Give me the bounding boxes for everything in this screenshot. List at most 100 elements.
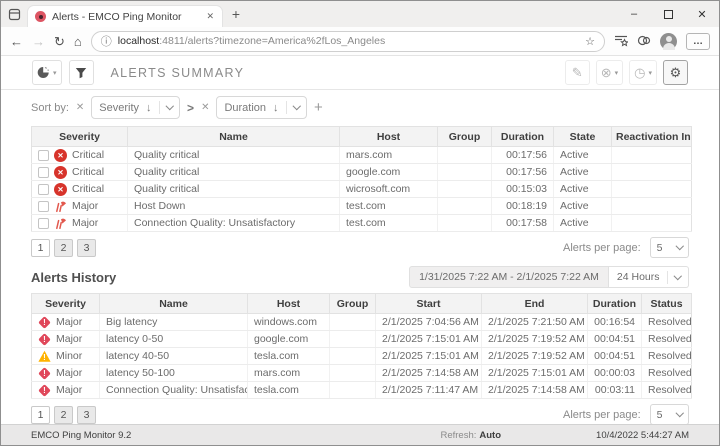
alert-row[interactable]: MajorHost Downtest.com00:18:19Active bbox=[32, 198, 692, 215]
group-cell bbox=[438, 181, 492, 198]
add-favorite-icon[interactable]: ☆ bbox=[585, 35, 595, 48]
column-header[interactable]: Severity bbox=[32, 127, 128, 147]
row-checkbox[interactable] bbox=[38, 167, 49, 178]
name-cell: Quality critical bbox=[128, 147, 340, 164]
column-header[interactable]: End bbox=[482, 294, 588, 314]
start-cell: 2/1/2025 7:11:47 AM bbox=[376, 382, 482, 399]
date-range-value[interactable]: 1/31/2025 7:22 AM - 2/1/2025 7:22 AM bbox=[409, 266, 609, 288]
column-header[interactable]: Duration bbox=[492, 127, 554, 147]
name-cell: Big latency bbox=[100, 314, 248, 331]
chevron-down-icon bbox=[675, 409, 683, 417]
row-checkbox[interactable] bbox=[38, 184, 49, 195]
row-checkbox[interactable] bbox=[38, 150, 49, 161]
host-cell: mars.com bbox=[340, 147, 438, 164]
tab-close-icon[interactable]: ✕ bbox=[205, 11, 215, 22]
major-alert-icon bbox=[54, 200, 67, 213]
browser-menu-icon[interactable]: … bbox=[686, 33, 710, 50]
collections-icon[interactable] bbox=[614, 34, 628, 49]
page-button[interactable]: 3 bbox=[77, 239, 96, 257]
row-checkbox[interactable] bbox=[38, 201, 49, 212]
column-header[interactable]: Severity bbox=[32, 294, 100, 314]
per-page-dropdown[interactable]: 5 bbox=[650, 237, 689, 258]
column-header[interactable]: Duration bbox=[588, 294, 642, 314]
row-checkbox[interactable] bbox=[38, 218, 49, 229]
address-bar[interactable]: ⓘ localhost:4811/alerts?timezone=America… bbox=[91, 31, 605, 52]
status-cell: Resolved bbox=[642, 314, 692, 331]
pagination: 123 bbox=[31, 406, 96, 424]
refresh-icon[interactable]: ↻ bbox=[54, 35, 65, 48]
back-icon[interactable]: ← bbox=[10, 35, 23, 48]
severity-cell: !Minor bbox=[32, 348, 100, 365]
name-cell: latency 40-50 bbox=[100, 348, 248, 365]
reactivation-cell bbox=[612, 198, 692, 215]
close-button[interactable]: ✕ bbox=[685, 1, 719, 27]
site-info-icon[interactable]: ⓘ bbox=[101, 33, 112, 49]
page-button[interactable]: 1 bbox=[31, 406, 50, 424]
alert-row[interactable]: ✕CriticalQuality criticalwicrosoft.com00… bbox=[32, 181, 692, 198]
history-title: Alerts History bbox=[31, 270, 116, 285]
name-cell: Connection Quality: Unsatisfactory bbox=[128, 215, 340, 232]
host-cell: mars.com bbox=[248, 365, 330, 382]
column-header[interactable]: Group bbox=[330, 294, 376, 314]
page-button[interactable]: 1 bbox=[31, 239, 50, 257]
minimize-button[interactable]: – bbox=[617, 1, 651, 27]
column-header[interactable]: Start bbox=[376, 294, 482, 314]
add-sort-icon[interactable]: + bbox=[314, 99, 323, 116]
per-page-dropdown[interactable]: 5 bbox=[650, 404, 689, 424]
severity-label: Major bbox=[56, 333, 82, 345]
column-header[interactable]: Name bbox=[128, 127, 340, 147]
page-button[interactable]: 3 bbox=[77, 406, 96, 424]
sort-bar: Sort by: ✕ Severity ↓ > ✕ Duration ↓ + bbox=[31, 96, 689, 119]
severity-label: Critical bbox=[72, 166, 104, 178]
page-button[interactable]: 2 bbox=[54, 406, 73, 424]
page-button[interactable]: 2 bbox=[54, 239, 73, 257]
critical-icon: ✕ bbox=[54, 166, 67, 179]
group-cell bbox=[438, 164, 492, 181]
profile-avatar[interactable] bbox=[660, 33, 677, 50]
alert-row[interactable]: ✕CriticalQuality criticalgoogle.com00:17… bbox=[32, 164, 692, 181]
severity-cell: Major bbox=[32, 215, 128, 232]
column-header[interactable]: Status bbox=[642, 294, 692, 314]
current-timestamp: 10/4/2022 5:44:27 AM bbox=[596, 430, 689, 441]
column-header[interactable]: Host bbox=[248, 294, 330, 314]
range-preset-dropdown[interactable]: 24 Hours bbox=[609, 266, 689, 288]
critical-icon: ✕ bbox=[54, 149, 67, 162]
history-row[interactable]: !Majorlatency 0-50google.com2/1/2025 7:1… bbox=[32, 331, 692, 348]
alert-row[interactable]: ✕CriticalQuality criticalmars.com00:17:5… bbox=[32, 147, 692, 164]
emco-favicon bbox=[35, 11, 46, 22]
column-header[interactable]: Group bbox=[438, 127, 492, 147]
maximize-button[interactable] bbox=[651, 1, 685, 27]
sort-field-dropdown[interactable]: Severity ↓ bbox=[91, 96, 180, 119]
dismiss-alert-button: ⊗▾ bbox=[596, 60, 623, 85]
column-header[interactable]: Reactivation In bbox=[612, 127, 692, 147]
alert-row[interactable]: MajorConnection Quality: Unsatisfactoryt… bbox=[32, 215, 692, 232]
per-page-value: 5 bbox=[657, 409, 663, 421]
chart-view-button[interactable]: ▾ bbox=[32, 60, 62, 85]
history-row[interactable]: !MajorConnection Quality: Unsatisfactory… bbox=[32, 382, 692, 399]
column-header[interactable]: Host bbox=[340, 127, 438, 147]
history-row[interactable]: !Majorlatency 50-100mars.com2/1/2025 7:1… bbox=[32, 365, 692, 382]
browser-tab[interactable]: Alerts - EMCO Ping Monitor ✕ bbox=[27, 5, 223, 27]
history-row[interactable]: !MajorBig latencywindows.com2/1/2025 7:0… bbox=[32, 314, 692, 331]
reactivation-cell bbox=[612, 147, 692, 164]
settings-button[interactable]: ⚙ bbox=[663, 60, 688, 85]
group-cell bbox=[438, 215, 492, 232]
sort-field-dropdown[interactable]: Duration ↓ bbox=[216, 96, 307, 119]
remove-sort-icon[interactable]: ✕ bbox=[201, 102, 209, 113]
filter-button[interactable] bbox=[69, 60, 94, 85]
tab-title: Alerts - EMCO Ping Monitor bbox=[52, 11, 199, 23]
exclamation-glyph: ! bbox=[38, 333, 51, 346]
browser-essentials-icon[interactable] bbox=[637, 34, 651, 49]
host-cell: test.com bbox=[340, 198, 438, 215]
column-header[interactable]: State bbox=[554, 127, 612, 147]
alerts-history-table: SeverityNameHostGroupStartEndDurationSta… bbox=[31, 293, 692, 399]
home-icon[interactable]: ⌂ bbox=[74, 35, 82, 48]
start-cell: 2/1/2025 7:15:01 AM bbox=[376, 348, 482, 365]
duration-cell: 00:18:19 bbox=[492, 198, 554, 215]
history-row[interactable]: !Minorlatency 40-50tesla.com2/1/2025 7:1… bbox=[32, 348, 692, 365]
remove-sort-icon[interactable]: ✕ bbox=[76, 102, 84, 113]
tab-actions-icon[interactable] bbox=[1, 1, 27, 27]
new-tab-button[interactable]: + bbox=[223, 6, 249, 22]
group-cell bbox=[330, 314, 376, 331]
column-header[interactable]: Name bbox=[100, 294, 248, 314]
